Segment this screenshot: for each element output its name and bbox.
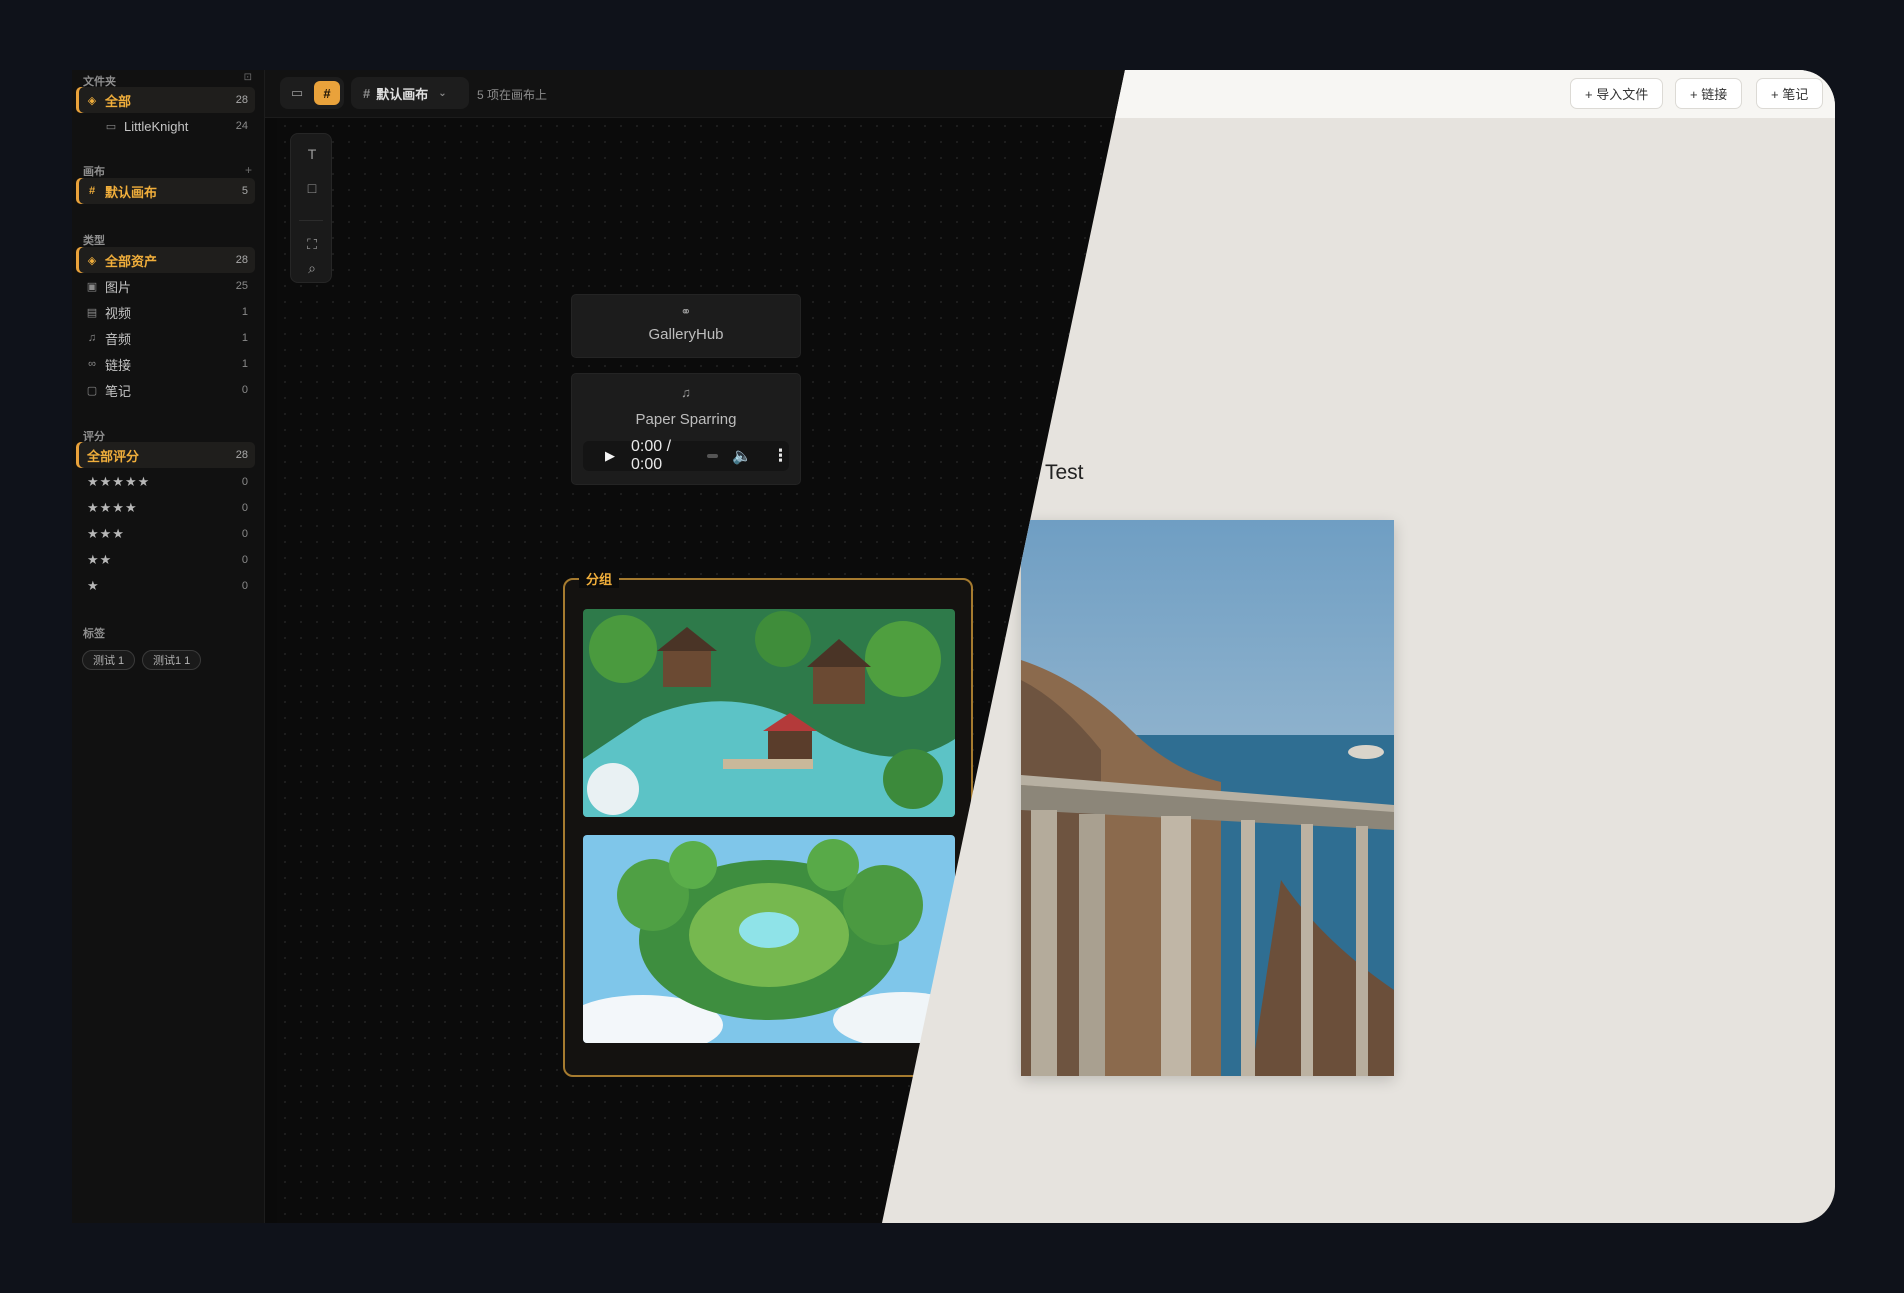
type-item-label: 链接 xyxy=(105,357,132,373)
volume-icon[interactable]: 🔈 xyxy=(732,446,752,466)
rating-item-5-stars[interactable]: ★★★★★ 0 xyxy=(76,469,255,495)
rating-item-label: 全部评分 xyxy=(87,448,140,464)
stars-icon: ★★★★★ xyxy=(87,474,151,489)
rating-item-1-star[interactable]: ★ 0 xyxy=(76,573,255,599)
type-item-label: 视频 xyxy=(105,305,132,321)
link-card[interactable]: ⚭ GalleryHub xyxy=(571,294,801,358)
rating-item-3-stars[interactable]: ★★★ 0 xyxy=(76,521,255,547)
audio-card[interactable]: ♫ Paper Sparring ▶ 0:00 / 0:00 🔈 ⋮ xyxy=(571,373,801,485)
audio-time: 0:00 / 0:00 xyxy=(631,438,672,473)
music-note-icon: ♫ xyxy=(87,332,97,344)
canvas-toolbar: T □ ⛶ ⌕ xyxy=(290,133,332,283)
type-item-label: 笔记 xyxy=(105,383,132,399)
link-card-title: GalleryHub xyxy=(648,326,724,343)
audio-player: ▶ 0:00 / 0:00 🔈 ⋮ xyxy=(583,438,789,473)
village-artwork[interactable] xyxy=(583,609,955,817)
type-item-links[interactable]: ∞ 链接 1 xyxy=(76,351,255,377)
add-note-button[interactable]: + 笔记 xyxy=(1756,78,1824,109)
layers-icon: ◈ xyxy=(87,94,97,107)
stars-icon: ★ xyxy=(87,578,100,593)
film-icon: ▤ xyxy=(86,306,98,319)
canvas-note-title: Test xyxy=(1045,461,1084,484)
hash-icon: # xyxy=(363,85,371,101)
add-canvas-button[interactable]: + xyxy=(245,163,252,177)
rating-item-2-stars[interactable]: ★★ 0 xyxy=(76,547,255,573)
tags-heading: 标签 xyxy=(83,628,105,640)
folder-item-all[interactable]: ◈ 全部 28 xyxy=(76,87,255,113)
folder-item-count: 24 xyxy=(235,120,248,132)
hash-icon: # xyxy=(88,185,96,197)
type-item-audio[interactable]: ♫ 音频 1 xyxy=(76,325,255,351)
import-file-button[interactable]: + 导入文件 xyxy=(1570,78,1664,109)
island-artwork[interactable] xyxy=(583,835,955,1043)
sidebar: 文件夹 ⊡ ◈ 全部 28 ▭ LittleKnight 24 画布 + # 默… xyxy=(72,70,265,1223)
tag-chip[interactable]: 测试1 1 xyxy=(142,650,202,670)
rating-item-4-stars[interactable]: ★★★★ 0 xyxy=(76,495,255,521)
canvas-item-default[interactable]: # 默认画布 5 xyxy=(76,178,255,204)
rating-item-count: 0 xyxy=(241,580,248,592)
type-item-all-assets[interactable]: ◈ 全部资产 28 xyxy=(76,247,255,273)
stars-icon: ★★ xyxy=(87,552,113,567)
rating-item-count: 0 xyxy=(241,476,248,488)
link-icon: ⚭ xyxy=(680,304,692,319)
image-icon: ▣ xyxy=(86,280,98,293)
canvas-selector-label: 默认画布 xyxy=(376,86,429,102)
type-item-count: 1 xyxy=(241,332,248,344)
link-icon: ∞ xyxy=(88,358,96,370)
folder-item-label: 全部 xyxy=(105,93,132,109)
group-label: 分组 xyxy=(579,569,620,588)
canvas-group[interactable]: 分组 xyxy=(563,569,973,1077)
rating-item-count: 28 xyxy=(235,449,248,461)
folder-item-count: 28 xyxy=(235,94,248,106)
search-icon[interactable]: ⌕ xyxy=(291,254,333,282)
shape-tool-icon[interactable]: □ xyxy=(291,174,333,202)
add-link-button[interactable]: + 链接 xyxy=(1675,78,1743,109)
text-tool-icon[interactable]: T xyxy=(291,140,333,168)
progress-bar[interactable] xyxy=(706,454,719,458)
rating-item-count: 0 xyxy=(241,502,248,514)
note-icon: ▢ xyxy=(86,384,98,397)
divider xyxy=(299,220,323,221)
view-mode-toggle: ▭ # xyxy=(280,77,344,109)
audio-card-title: Paper Sparring xyxy=(635,411,737,428)
canvas-item-label: 默认画布 xyxy=(105,184,158,200)
type-item-count: 28 xyxy=(235,254,248,266)
grid-view-button[interactable]: ▭ xyxy=(284,81,310,105)
chevron-down-icon: ⌄ xyxy=(438,87,447,99)
layers-icon: ◈ xyxy=(87,254,97,267)
music-note-icon: ♫ xyxy=(681,385,691,400)
canvases-heading: 画布 xyxy=(83,166,105,178)
coast-bridge-photo[interactable] xyxy=(1021,520,1394,1076)
folder-item-littleknight[interactable]: ▭ LittleKnight 24 xyxy=(76,113,255,139)
type-item-notes[interactable]: ▢ 笔记 0 xyxy=(76,377,255,403)
play-icon[interactable]: ▶ xyxy=(605,448,615,464)
canvas-item-count: 5 xyxy=(241,185,248,197)
type-item-count: 0 xyxy=(241,384,248,396)
types-heading: 类型 xyxy=(83,235,105,247)
tag-chip[interactable]: 测试 1 xyxy=(82,650,136,670)
type-item-count: 1 xyxy=(241,306,248,318)
stars-icon: ★★★★ xyxy=(87,500,138,515)
folder-action-icon[interactable]: ⊡ xyxy=(244,72,252,83)
type-item-videos[interactable]: ▤ 视频 1 xyxy=(76,299,255,325)
stars-icon: ★★★ xyxy=(87,526,125,541)
canvas-item-count: 5 项在画布上 xyxy=(477,88,548,102)
type-item-label: 音频 xyxy=(105,331,132,347)
rating-item-count: 0 xyxy=(241,528,248,540)
type-item-images[interactable]: ▣ 图片 25 xyxy=(76,273,255,299)
rating-item-count: 0 xyxy=(241,554,248,566)
type-item-count: 25 xyxy=(235,280,248,292)
type-item-label: 全部资产 xyxy=(105,253,158,269)
more-options-icon[interactable]: ⋮ xyxy=(772,446,789,466)
folder-item-label: LittleKnight xyxy=(124,118,189,134)
rating-item-all[interactable]: 全部评分 28 xyxy=(76,442,255,468)
type-item-count: 1 xyxy=(241,358,248,370)
folder-icon: ▭ xyxy=(105,120,117,133)
type-item-label: 图片 xyxy=(105,279,132,295)
canvas-selector[interactable]: # 默认画布 ⌄ xyxy=(351,77,469,109)
app-window: 文件夹 ⊡ ◈ 全部 28 ▭ LittleKnight 24 画布 + # 默… xyxy=(72,70,1835,1223)
canvas-view-button[interactable]: # xyxy=(314,81,340,105)
